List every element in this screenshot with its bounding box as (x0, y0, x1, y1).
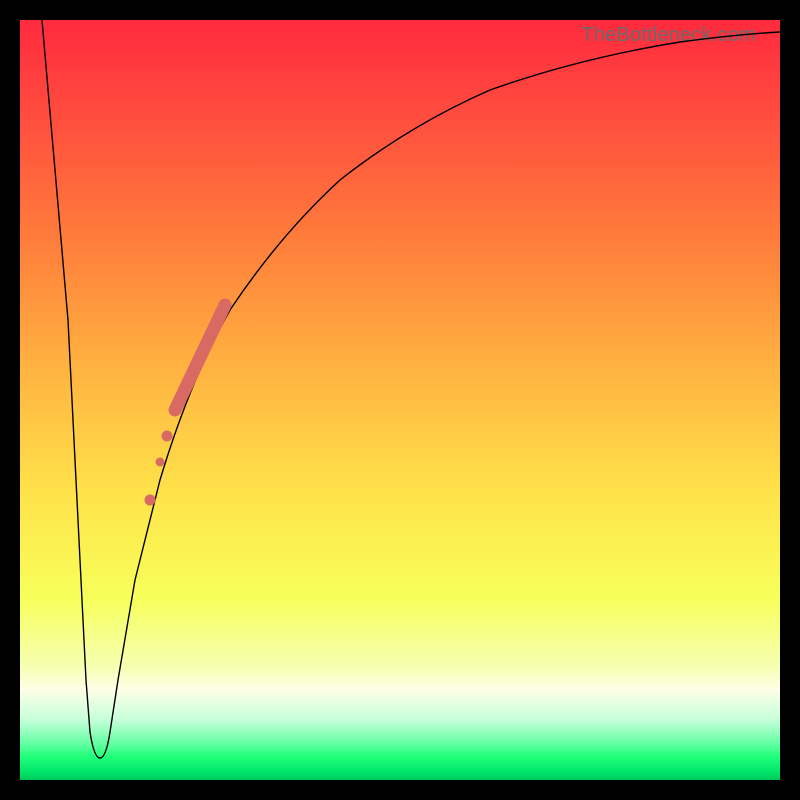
marker-segment (175, 305, 225, 410)
plot-area: TheBottleneck.com (20, 20, 780, 780)
bottleneck-curve (42, 20, 780, 758)
marker-dot-2 (156, 458, 165, 467)
curve-svg (20, 20, 780, 780)
marker-dot-3 (145, 495, 156, 506)
marker-dot-1 (162, 431, 173, 442)
chart-stage: TheBottleneck.com (0, 0, 800, 800)
